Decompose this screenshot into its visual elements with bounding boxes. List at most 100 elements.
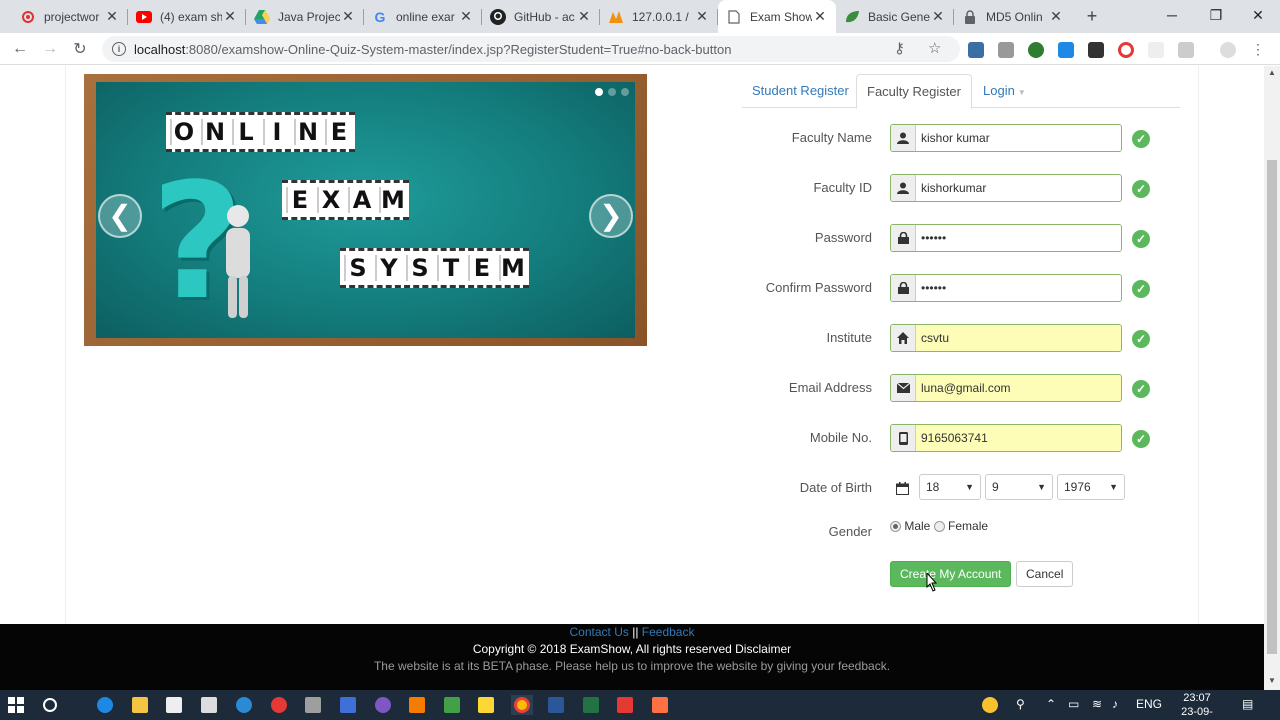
wifi-icon[interactable]: ≋	[1092, 697, 1102, 711]
browser-tab[interactable]: Java Projec ✕	[246, 0, 364, 33]
close-icon[interactable]: ✕	[458, 8, 474, 25]
language-indicator[interactable]: ENG	[1136, 697, 1162, 711]
field-input[interactable]	[916, 225, 1121, 251]
dob-day-select[interactable]: 18 ▼	[919, 474, 981, 500]
exam-carousel[interactable]: ONLINE EXAM SYSTEM ? ❮ ❯	[84, 74, 647, 346]
app-icon[interactable]	[338, 695, 358, 715]
excel-icon[interactable]	[581, 695, 601, 715]
volume-icon[interactable]: ♪	[1112, 697, 1118, 711]
info-icon[interactable]: i	[112, 42, 126, 56]
new-tab-plus-icon[interactable]: +	[1082, 6, 1102, 26]
profile-avatar-icon[interactable]	[1220, 42, 1236, 58]
reload-icon[interactable]: ↻	[68, 37, 92, 61]
browser-tab[interactable]: Basic Gene ✕	[836, 0, 954, 33]
chrome-icon[interactable]	[511, 695, 533, 715]
restore-icon[interactable]: ❐	[1194, 0, 1238, 30]
carousel-dot[interactable]	[621, 88, 629, 96]
extension-grid-icon[interactable]	[998, 42, 1014, 58]
close-window-icon[interactable]: ✕	[1236, 0, 1280, 30]
minimize-icon[interactable]: ─	[1150, 0, 1194, 30]
browser-tab[interactable]: GitHub - ac ✕	[482, 0, 600, 33]
close-icon[interactable]: ✕	[694, 8, 710, 25]
windows-start-icon[interactable]	[6, 695, 26, 715]
close-icon[interactable]: ✕	[340, 8, 356, 25]
key-icon[interactable]: ⚷	[894, 36, 905, 62]
forward-arrow-icon[interactable]: →	[38, 37, 62, 61]
system-clock[interactable]: 23:07 23-09-2018	[1170, 691, 1224, 720]
browser-tab[interactable]: MD5 Onlin ✕	[954, 0, 1072, 33]
gender-male-radio[interactable]	[890, 521, 901, 533]
help-icon[interactable]	[980, 695, 1000, 715]
scroll-up-icon[interactable]: ▲	[1267, 68, 1277, 77]
contact-us-link[interactable]: Contact Us	[570, 625, 629, 639]
edge-icon[interactable]	[95, 695, 115, 715]
carousel-dot[interactable]	[595, 88, 603, 96]
cortana-icon[interactable]	[40, 695, 60, 715]
browser-tab[interactable]: G online exar ✕	[364, 0, 482, 33]
notification-icon[interactable]: ▤	[1242, 697, 1253, 711]
app-icon[interactable]	[407, 695, 427, 715]
store-icon[interactable]	[164, 695, 184, 715]
browser-tab[interactable]: 127.0.0.1 / ✕	[600, 0, 718, 33]
field-input[interactable]	[916, 125, 1121, 151]
close-icon[interactable]: ✕	[812, 8, 828, 25]
close-icon[interactable]: ✕	[104, 8, 120, 25]
extension-globe-icon[interactable]	[1028, 42, 1044, 58]
cancel-button[interactable]: Cancel	[1016, 561, 1074, 587]
url-field[interactable]: i localhost:8080/examshow-Online-Quiz-Sy…	[102, 36, 960, 62]
scroll-down-icon[interactable]: ▼	[1267, 676, 1277, 685]
app-icon[interactable]	[650, 695, 670, 715]
create-account-button[interactable]: Create My Account	[890, 561, 1012, 587]
field-input[interactable]	[916, 425, 1121, 451]
close-icon[interactable]: ✕	[576, 8, 592, 25]
app-icon[interactable]	[615, 695, 635, 715]
field-input[interactable]	[916, 375, 1121, 401]
extension-chart-icon[interactable]	[968, 42, 984, 58]
browser-tab[interactable]: projectwor ✕	[12, 0, 128, 33]
app-icon[interactable]	[303, 695, 323, 715]
app-icon[interactable]	[234, 695, 254, 715]
back-arrow-icon[interactable]: ←	[8, 37, 32, 61]
opera-icon[interactable]	[269, 695, 289, 715]
carousel-prev-button[interactable]: ❮	[98, 194, 142, 238]
app-icon[interactable]	[373, 695, 393, 715]
file-explorer-icon[interactable]	[130, 695, 150, 715]
extension-faded-icon[interactable]	[1148, 42, 1164, 58]
carousel-dot[interactable]	[608, 88, 616, 96]
feedback-link[interactable]: Feedback	[642, 625, 695, 639]
dob-year-select[interactable]: 1976 ▼	[1057, 474, 1125, 500]
app-icon[interactable]	[442, 695, 462, 715]
tab-faculty-register[interactable]: Faculty Register	[856, 74, 972, 109]
word-icon[interactable]	[546, 695, 566, 715]
opera-icon[interactable]	[1118, 42, 1134, 58]
battery-icon[interactable]: ▭	[1068, 697, 1079, 711]
dob-month-select[interactable]: 9 ▼	[985, 474, 1053, 500]
carousel-next-button[interactable]: ❯	[589, 194, 633, 238]
close-icon[interactable]: ✕	[930, 8, 946, 25]
page-scrollbar[interactable]: ▲ ▼	[1264, 66, 1280, 690]
menu-dots-icon[interactable]: ⋮	[1250, 42, 1266, 58]
field-input[interactable]	[916, 325, 1121, 351]
scrollbar-thumb[interactable]	[1267, 160, 1277, 654]
browser-tab[interactable]: (4) exam sh ✕	[128, 0, 246, 33]
extension-shield-icon[interactable]	[1178, 42, 1194, 58]
gender-female-radio[interactable]	[933, 521, 945, 533]
star-icon[interactable]: ☆	[928, 36, 941, 62]
chevron-down-icon: ▼	[965, 482, 974, 492]
extension-blue-icon[interactable]	[1058, 42, 1074, 58]
close-icon[interactable]: ✕	[1048, 8, 1064, 25]
close-icon[interactable]: ✕	[222, 8, 238, 25]
app-icon[interactable]	[476, 695, 496, 715]
carousel-indicators[interactable]	[595, 88, 629, 96]
field-input[interactable]	[916, 175, 1121, 201]
tab-login[interactable]: Login ▼	[973, 74, 1036, 108]
check-valid-icon: ✓	[1132, 230, 1150, 248]
people-icon[interactable]: ⚲	[1016, 697, 1025, 711]
extension-dark-icon[interactable]	[1088, 42, 1104, 58]
mail-icon[interactable]	[199, 695, 219, 715]
browser-tab-active[interactable]: Exam Show ✕	[718, 0, 836, 33]
input-group	[890, 374, 1122, 402]
field-input[interactable]	[916, 275, 1121, 301]
tab-student-register[interactable]: Student Register	[742, 74, 859, 108]
tray-chevron-icon[interactable]: ⌃	[1046, 697, 1056, 711]
